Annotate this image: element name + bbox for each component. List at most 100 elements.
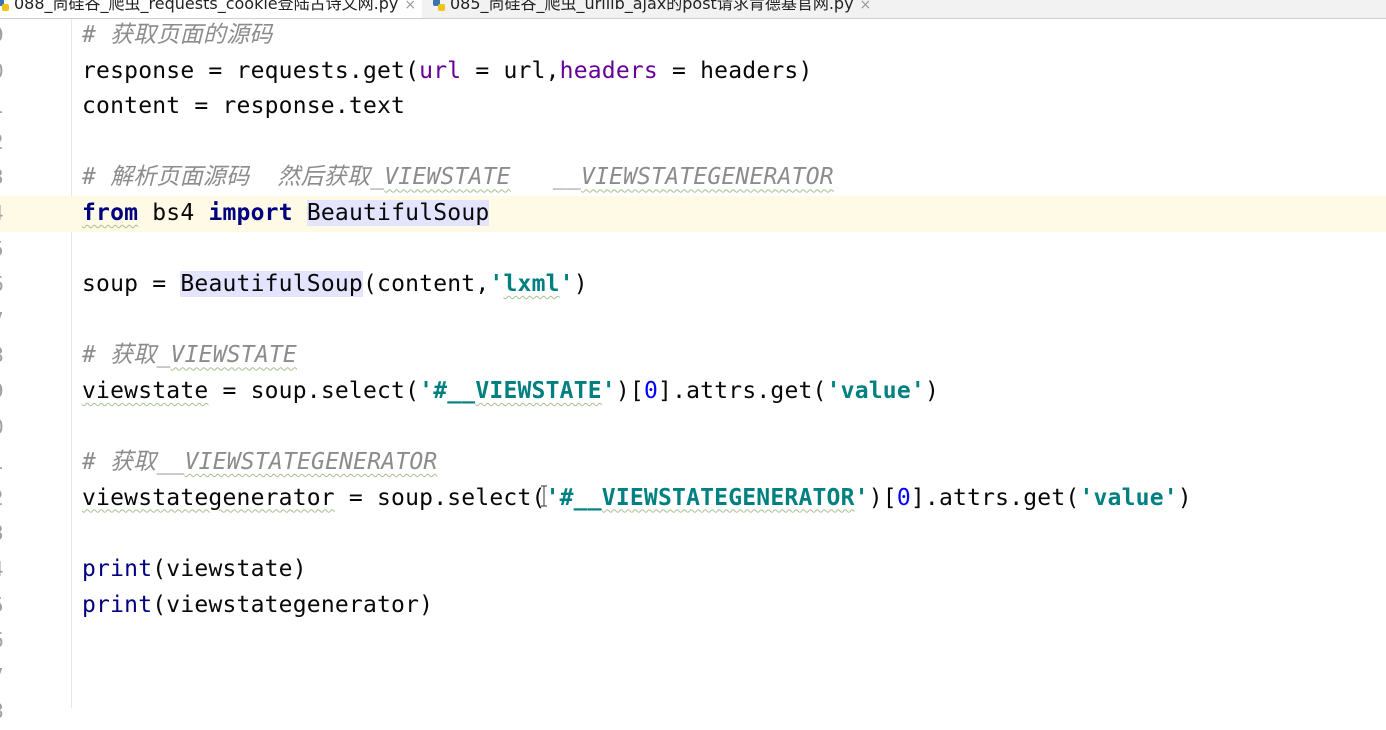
code-text: # 解析页面源码 然后获取_VIEWSTATE __VIEWSTATEGENER… xyxy=(82,160,834,196)
code-token: headers xyxy=(559,57,658,84)
code-line[interactable]: 2 viewstategenerator = soup.select('#__VI… xyxy=(0,481,1386,517)
code-token: 'value' xyxy=(826,377,925,404)
line-number: 8 xyxy=(0,694,40,730)
code-token: )[ xyxy=(868,484,897,511)
code-line[interactable]: 0 response = requests.get(url = url,heade… xyxy=(0,54,1386,90)
code-token: viewstate xyxy=(82,377,209,404)
code-text: print(viewstate) xyxy=(82,552,307,588)
code-line[interactable]: 9 viewstate = soup.select('#__VIEWSTATE')… xyxy=(0,374,1386,410)
code-token: ' xyxy=(601,377,616,404)
python-file-icon xyxy=(0,0,10,11)
code-token: = soup.select( xyxy=(334,484,546,511)
code-token: VIEWSTATE xyxy=(170,342,297,369)
python-file-icon xyxy=(432,0,446,11)
code-text: # 获取页面的源码 xyxy=(82,18,273,54)
line-number: 7 xyxy=(0,659,40,695)
code-token: ' xyxy=(489,271,504,298)
code-token: VIEWSTATE xyxy=(475,377,602,404)
code-line[interactable]: 1 content = response.text xyxy=(0,89,1386,125)
code-token: VIEWSTATEGENERATOR xyxy=(184,449,438,476)
code-line[interactable]: 8 xyxy=(0,694,1386,730)
code-text: # 获取__VIEWSTATEGENERATOR xyxy=(82,445,437,481)
code-line[interactable]: 4 print(viewstate) xyxy=(0,552,1386,588)
tab-close-icon[interactable]: × xyxy=(404,0,416,13)
line-number: 9 xyxy=(0,374,40,410)
code-token: ' xyxy=(559,271,574,298)
code-token: import xyxy=(208,199,293,226)
code-line[interactable]: 7 xyxy=(0,659,1386,695)
code-token: lxml xyxy=(503,271,560,298)
code-line[interactable]: 3 # 解析页面源码 然后获取_VIEWSTATE __VIEWSTATEGENE… xyxy=(0,160,1386,196)
code-token: ' xyxy=(854,484,869,511)
line-number: 3 xyxy=(0,160,40,196)
code-text: print(viewstategenerator) xyxy=(82,588,433,624)
tab-urllib-ajax-post[interactable]: 085_尚硅谷_爬虫_urllib_ajax的post请求肯德基官网.py × xyxy=(426,0,877,18)
code-token: content = response.text xyxy=(82,93,406,120)
code-token: # 获取_ xyxy=(82,342,171,369)
code-line[interactable]: 8 # 获取_VIEWSTATE xyxy=(0,338,1386,374)
tab-close-icon[interactable]: × xyxy=(860,0,872,13)
line-number: 1 xyxy=(0,445,40,481)
code-token: )[ xyxy=(615,377,644,404)
code-token: ].attrs.get( xyxy=(910,484,1080,511)
code-token: '#__ xyxy=(545,484,602,511)
code-line[interactable]: 5 xyxy=(0,232,1386,268)
code-token: ) xyxy=(924,377,940,404)
line-number: 5 xyxy=(0,588,40,624)
line-number: 0 xyxy=(0,54,40,90)
code-line[interactable]: 4 from bs4 import BeautifulSoup xyxy=(0,195,1386,232)
code-token: # 获取__ xyxy=(82,449,185,476)
text-cursor-icon xyxy=(540,485,548,507)
code-token: (viewstategenerator) xyxy=(152,591,434,618)
line-number: 2 xyxy=(0,125,40,161)
code-token: soup = xyxy=(82,271,181,298)
code-line[interactable]: 3 xyxy=(0,516,1386,552)
code-token: # 获取页面的源码 xyxy=(82,22,273,48)
code-token: from xyxy=(82,199,139,226)
code-line[interactable]: 2 xyxy=(0,125,1386,161)
code-token: = url, xyxy=(461,57,560,84)
code-token: ].attrs.get( xyxy=(658,377,827,404)
code-line[interactable]: 1 # 获取__VIEWSTATEGENERATOR xyxy=(0,445,1386,481)
code-line[interactable]: 6soup = BeautifulSoup(content,'lxml') xyxy=(0,267,1386,303)
line-number: 2 xyxy=(0,481,40,517)
line-number: 8 xyxy=(0,338,40,374)
line-number: 4 xyxy=(0,552,40,588)
code-line[interactable]: 6 xyxy=(0,623,1386,659)
code-token: bs4 xyxy=(138,199,209,226)
line-number: 6 xyxy=(0,267,40,303)
code-token: viewstategenerator xyxy=(82,484,335,511)
code-editor[interactable]: 9 # 获取页面的源码 0 response = requests.get(url =… xyxy=(0,18,1386,730)
tab-label: 085_尚硅谷_爬虫_urllib_ajax的post请求肯德基官网.py xyxy=(450,0,854,13)
code-token: (content, xyxy=(362,271,490,298)
code-text: # 获取_VIEWSTATE xyxy=(82,338,297,374)
code-token: 0 xyxy=(643,377,659,404)
code-text: content = response.text xyxy=(82,89,405,125)
code-token: 'value' xyxy=(1079,484,1178,511)
code-line[interactable]: 0 xyxy=(0,410,1386,446)
code-line[interactable]: 7 xyxy=(0,303,1386,339)
code-token: BeautifulSoup xyxy=(180,271,363,298)
editor-tab-bar: 088_尚硅谷_爬虫_requests_cookie登陆古诗文网.py × 085… xyxy=(0,0,1386,19)
code-text: viewstate = soup.select('#__VIEWSTATE')[… xyxy=(82,374,939,410)
line-number: 5 xyxy=(0,232,40,268)
code-text: viewstategenerator = soup.select('#__VIE… xyxy=(82,481,1192,517)
code-token: ) xyxy=(573,271,588,298)
code-line[interactable]: 5 print(viewstategenerator) xyxy=(0,588,1386,624)
code-token: print xyxy=(82,555,153,582)
code-token: = headers) xyxy=(657,57,813,84)
tab-requests-cookie[interactable]: 088_尚硅谷_爬虫_requests_cookie登陆古诗文网.py × xyxy=(0,0,423,18)
code-token: VIEWSTATEGENERATOR xyxy=(580,164,834,191)
code-line[interactable]: 9 # 获取页面的源码 xyxy=(0,18,1386,54)
line-number: 1 xyxy=(0,89,40,125)
code-token: BeautifulSoup xyxy=(306,199,490,226)
code-token: response = requests.get( xyxy=(82,57,420,84)
tab-label: 088_尚硅谷_爬虫_requests_cookie登陆古诗文网.py xyxy=(14,0,399,13)
code-token: '#__ xyxy=(419,377,476,404)
code-token: ) xyxy=(1177,484,1192,511)
code-token: __ xyxy=(510,164,581,191)
code-text: from bs4 import BeautifulSoup xyxy=(82,196,490,232)
line-number: 4 xyxy=(0,196,40,232)
code-token: # 解析页面源码 然后获取_ xyxy=(82,164,385,191)
